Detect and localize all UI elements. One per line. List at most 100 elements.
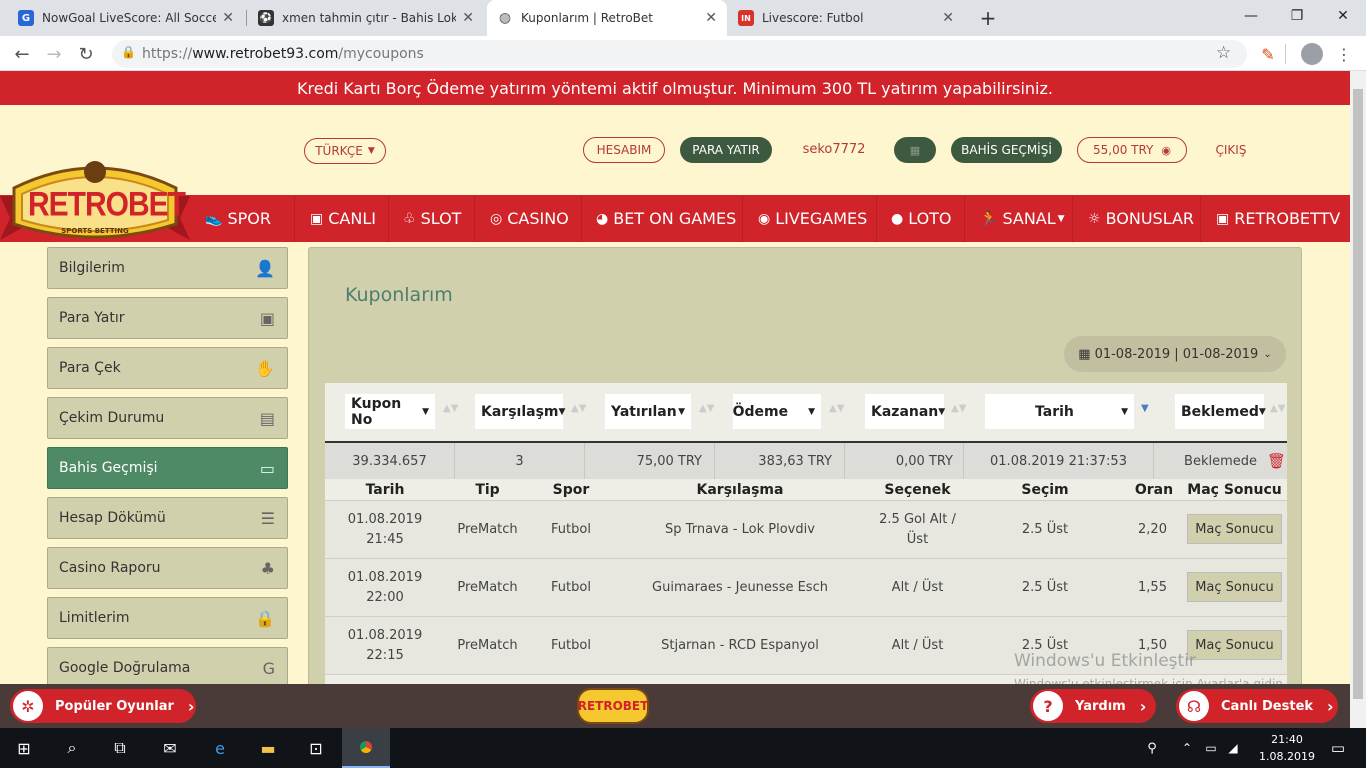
trash-icon[interactable]: 🗑 (1267, 452, 1286, 470)
new-tab-button[interactable]: + (976, 6, 1000, 30)
filter-durum[interactable]: Beklemed ▼ (1175, 394, 1266, 429)
language-select[interactable]: TÜRKÇE ▼ (304, 138, 386, 164)
nav-sanal[interactable]: 🏃 SANAL ▼ (980, 195, 1065, 242)
nav-canli[interactable]: ▣ CANLI (310, 195, 376, 242)
caret-down-icon: ▼ (1121, 406, 1128, 417)
filter-yatirilan[interactable]: Yatırılan ▼ (605, 394, 691, 429)
retrobet-logo[interactable]: RETROBET SPORTS BETTING (0, 158, 190, 246)
help-button[interactable]: ? Yardım › (1030, 689, 1156, 723)
username-label[interactable]: seko7772 (793, 142, 875, 157)
browser-tab-nowgoal[interactable]: G NowGoal LiveScore: All Soccer Sc ✕ (8, 0, 244, 36)
logout-link[interactable]: ÇIKIŞ (1212, 143, 1250, 157)
coupon-won: 0,00 TRY (845, 443, 964, 479)
minimize-icon[interactable]: — (1228, 0, 1274, 32)
nav-loto[interactable]: ● LOTO (891, 195, 952, 242)
bet-history-button[interactable]: BAHİS GEÇMİŞİ (951, 137, 1062, 163)
filter-karsilasma[interactable]: Karşılaşm ▼ (475, 394, 565, 429)
account-button[interactable]: HESABIM (583, 137, 665, 163)
browser-tab-retrobet[interactable]: ◍ Kuponlarım | RetroBet ✕ (487, 0, 727, 36)
maximize-icon[interactable]: ❐ (1274, 0, 1320, 32)
tray-chevron-icon[interactable]: ⌃ (1176, 728, 1198, 768)
live-support-label: Canlı Destek (1221, 698, 1314, 714)
clock[interactable]: 21:40 1.08.2019 (1254, 731, 1320, 765)
search-icon[interactable]: ⌕ (48, 728, 96, 768)
edge-icon[interactable]: e (196, 728, 244, 768)
tab-title: NowGoal LiveScore: All Soccer Sc (42, 11, 217, 25)
sidebar-item-cekim-durumu[interactable]: Çekim Durumu ▤ (47, 397, 288, 439)
sort-icon[interactable]: ▲▼ (951, 403, 966, 414)
profile-avatar[interactable] (1301, 43, 1323, 65)
wifi-icon[interactable]: ◢ (1222, 728, 1244, 768)
close-tab-icon[interactable]: ✕ (942, 10, 954, 26)
filter-tarih[interactable]: Tarih ▼ (985, 394, 1134, 429)
sidebar-item-para-cek[interactable]: Para Çek ✋ (47, 347, 288, 389)
sidebar-item-label: Para Çek (59, 360, 121, 376)
task-view-icon[interactable]: ⧉ (96, 728, 144, 768)
match-result-button[interactable]: Maç Sonucu (1187, 630, 1282, 660)
close-tab-icon[interactable]: ✕ (462, 10, 474, 26)
nav-casino[interactable]: ◎ CASINO (490, 195, 569, 242)
nav-slot[interactable]: ♧ SLOT (403, 195, 461, 242)
file-explorer-icon[interactable]: ▬ (244, 728, 292, 768)
live-support-button[interactable]: ☊ Canlı Destek › (1176, 689, 1338, 723)
sidebar-item-hesap-dokumu[interactable]: Hesap Dökümü ☰ (47, 497, 288, 539)
battery-icon[interactable]: ▭ (1200, 728, 1222, 768)
filter-kupon-no[interactable]: Kupon No ▼ (345, 394, 435, 429)
match-result-button[interactable]: Maç Sonucu (1187, 572, 1282, 602)
sort-icon[interactable]: ▲▼ (699, 403, 714, 414)
sidebar-item-bahis-gecmisi[interactable]: Bahis Geçmişi ▭ (47, 447, 288, 489)
windows-start-icon[interactable]: ⊞ (0, 728, 48, 768)
filter-label: Kazanan (871, 403, 939, 420)
url-host: www.retrobet93.com (192, 46, 339, 62)
sort-icon[interactable]: ▲▼ (1270, 403, 1285, 414)
extension-icon[interactable]: ✎ (1256, 42, 1280, 66)
nav-bet-on-games[interactable]: ◕ BET ON GAMES (596, 195, 736, 242)
people-icon[interactable]: ⚲ (1140, 728, 1164, 768)
reload-icon[interactable]: ↻ (74, 42, 98, 66)
window-close-icon[interactable]: ✕ (1320, 0, 1366, 32)
sort-icon[interactable]: ▲▼ (443, 403, 458, 414)
store-icon[interactable]: ⊡ (292, 728, 340, 768)
google-icon: G (262, 659, 275, 678)
filter-label: Yatırılan (611, 403, 677, 420)
menu-dots-icon[interactable]: ⋮ (1332, 42, 1356, 66)
match-result-button[interactable]: Maç Sonucu (1187, 514, 1282, 544)
nav-spor[interactable]: 👟 SPOR (205, 195, 271, 242)
filter-kazanan[interactable]: Kazanan ▼ (865, 394, 945, 429)
sidebar-item-google-dogrulama[interactable]: Google Doğrulama G (47, 647, 288, 689)
nav-retrobettv[interactable]: ▣ RETROBETTV (1216, 195, 1340, 242)
nav-bonuslar[interactable]: ☼ BONUSLAR (1088, 195, 1194, 242)
sort-desc-icon[interactable]: ▼ (1141, 403, 1149, 414)
chrome-icon[interactable] (342, 728, 390, 768)
sort-icon[interactable]: ▲▼ (829, 403, 844, 414)
forward-icon[interactable]: → (42, 42, 66, 66)
row-match: Stjarnan - RCD Espanyol (661, 638, 819, 653)
sidebar-item-casino-raporu[interactable]: Casino Raporu ♣ (47, 547, 288, 589)
sidebar-item-para-yatir[interactable]: Para Yatır ▣ (47, 297, 288, 339)
date-range-picker[interactable]: ▦ 01-08-2019 | 01-08-2019 ⌄ (1064, 336, 1286, 372)
page-scrollbar[interactable] (1350, 71, 1366, 728)
runner-icon: 🏃 (980, 210, 998, 227)
sidebar-item-bilgilerim[interactable]: Bilgilerim 👤 (47, 247, 288, 289)
filter-odeme[interactable]: Ödeme ▼ (733, 394, 821, 429)
close-tab-icon[interactable]: ✕ (222, 10, 234, 26)
sidebar-item-limitlerim[interactable]: Limitlerim 🔒 (47, 597, 288, 639)
url-field[interactable]: 🔒 https:// www.retrobet93.com /mycoupons… (112, 40, 1247, 68)
browser-tab-bahislokal[interactable]: ⚽ xmen tahmin çıtır - Bahis Lokal - ✕ (248, 0, 484, 36)
footer-logo[interactable]: RETROBET (577, 688, 649, 724)
close-tab-icon[interactable]: ✕ (705, 10, 717, 26)
sidebar-item-label: Limitlerim (59, 610, 130, 626)
coupon-summary-row[interactable]: 39.334.657 3 75,00 TRY 383,63 TRY 0,00 T… (325, 441, 1287, 479)
browser-tab-livescore[interactable]: IN Livescore: Futbol ✕ (728, 0, 964, 36)
notification-icon[interactable]: ▭ (1318, 728, 1358, 768)
nav-livegames[interactable]: ◉ LIVEGAMES (758, 195, 867, 242)
tab-title: Kuponlarım | RetroBet (521, 11, 653, 25)
deposit-button[interactable]: PARA YATIR (680, 137, 772, 163)
mail-icon[interactable]: ✉ (146, 728, 194, 768)
bookmark-star-icon[interactable]: ☆ (1216, 43, 1231, 63)
back-icon[interactable]: ← (10, 42, 34, 66)
popular-games-button[interactable]: ✲ Popüler Oyunlar › (10, 689, 196, 723)
sort-icon[interactable]: ▲▼ (571, 403, 586, 414)
messages-button[interactable]: ▦ (894, 137, 936, 163)
balance-display[interactable]: 55,00 TRY ◉ (1077, 137, 1187, 163)
